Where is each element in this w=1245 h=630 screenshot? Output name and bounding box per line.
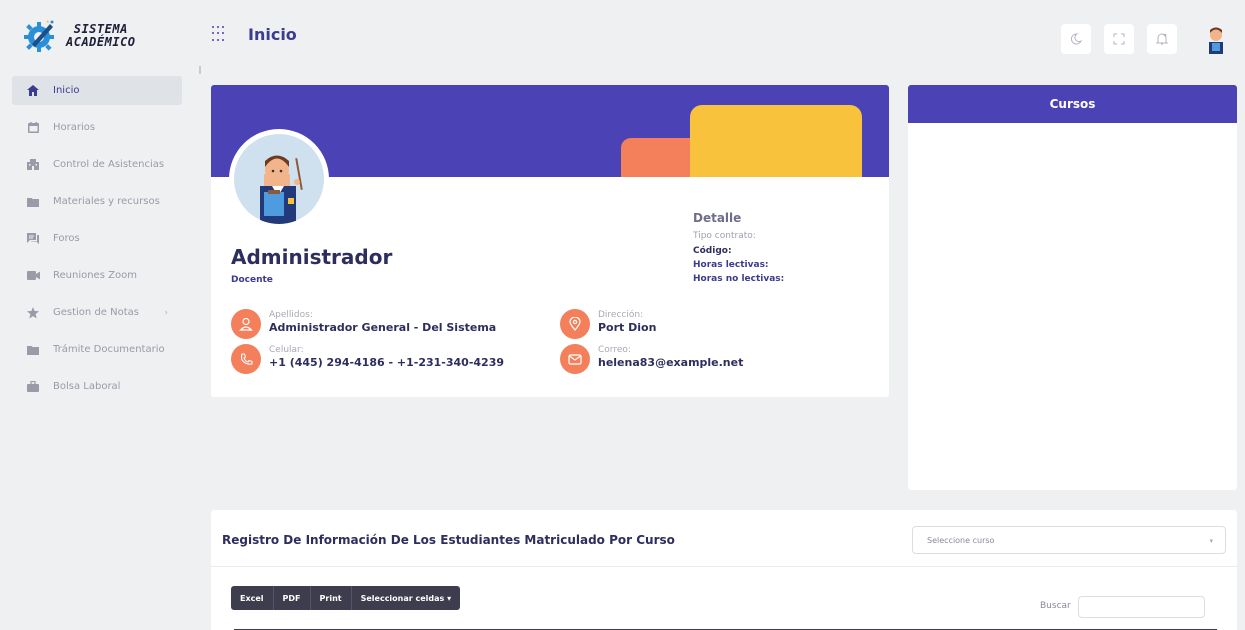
code-label: Código: bbox=[693, 246, 732, 256]
sidebar-item-label: Trámite Documentario bbox=[53, 344, 165, 355]
sidebar-item-tramite[interactable]: Trámite Documentario bbox=[12, 335, 182, 364]
phone-icon bbox=[231, 344, 261, 374]
notifications-button[interactable] bbox=[1147, 24, 1177, 54]
folder-icon bbox=[26, 195, 40, 209]
profile-card: Administrador Docente Detalle Tipo contr… bbox=[211, 85, 889, 397]
building-icon bbox=[26, 158, 40, 172]
sidebar: SISTEMA ACADÉMICO Inicio Horarios Contro… bbox=[0, 0, 192, 630]
scroll-indicator bbox=[199, 66, 201, 74]
search-label: Buscar bbox=[1040, 601, 1071, 611]
sidebar-item-foros[interactable]: Foros bbox=[12, 224, 182, 253]
location-pin-icon bbox=[560, 309, 590, 339]
non-hours-label: Horas no lectivas: bbox=[693, 274, 785, 284]
divider bbox=[211, 566, 1237, 567]
excel-button[interactable]: Excel bbox=[231, 586, 274, 610]
course-select[interactable]: Seleccione curso ▾ bbox=[912, 526, 1226, 554]
user-icon bbox=[231, 309, 261, 339]
teacher-avatar-icon bbox=[260, 155, 303, 224]
search-input[interactable] bbox=[1078, 596, 1205, 618]
menu-grid-icon[interactable] bbox=[212, 26, 228, 42]
student-register-card: Registro De Información De Los Estudiant… bbox=[211, 510, 1237, 630]
sidebar-item-horarios[interactable]: Horarios bbox=[12, 113, 182, 142]
sidebar-item-label: Foros bbox=[53, 233, 80, 244]
print-button[interactable]: Print bbox=[310, 586, 352, 610]
video-icon bbox=[26, 269, 40, 283]
contract-label: Tipo contrato: bbox=[693, 231, 756, 241]
page-title: Inicio bbox=[248, 25, 297, 44]
profile-avatar bbox=[229, 129, 329, 229]
sidebar-item-label: Horarios bbox=[53, 122, 96, 133]
sidebar-item-label: Inicio bbox=[53, 85, 80, 96]
celular-value: +1 (445) 294-4186 - +1-231-340-4239 bbox=[269, 356, 505, 369]
brand-name: SISTEMA ACADÉMICO bbox=[66, 23, 136, 49]
home-icon bbox=[26, 84, 40, 98]
topbar: Inicio bbox=[192, 16, 1245, 62]
pdf-button[interactable]: PDF bbox=[273, 586, 311, 610]
info-celular: Celular: +1 (445) 294-4186 - +1-231-340-… bbox=[231, 344, 504, 374]
briefcase-icon bbox=[26, 380, 40, 394]
moon-icon bbox=[1070, 33, 1082, 45]
sidebar-item-gestion-notas[interactable]: Gestion de Notas › bbox=[12, 298, 182, 327]
info-apellidos: Apellidos: Administrador General - Del S… bbox=[231, 309, 496, 339]
bell-icon bbox=[1156, 33, 1168, 44]
sidebar-item-bolsa-laboral[interactable]: Bolsa Laboral bbox=[12, 372, 182, 401]
star-icon bbox=[26, 306, 40, 320]
sidebar-item-inicio[interactable]: Inicio bbox=[12, 76, 182, 105]
sidebar-nav: Inicio Horarios Control de Asistencias M… bbox=[12, 76, 182, 409]
courses-card: Cursos bbox=[908, 85, 1237, 490]
celular-label: Celular: bbox=[269, 345, 304, 355]
courses-title: Cursos bbox=[908, 85, 1237, 123]
chevron-down-icon: ▾ bbox=[1209, 537, 1213, 545]
hours-label: Horas lectivas: bbox=[693, 260, 769, 270]
select-cells-button[interactable]: Seleccionar celdas ▾ bbox=[351, 586, 461, 610]
register-title: Registro De Información De Los Estudiant… bbox=[222, 533, 675, 547]
info-direccion: Dirección: Port Dion bbox=[560, 309, 656, 339]
sidebar-item-label: Gestion de Notas bbox=[53, 307, 139, 318]
fullscreen-button[interactable] bbox=[1104, 24, 1134, 54]
fullscreen-icon bbox=[1113, 33, 1125, 45]
correo-value: helena83@example.net bbox=[598, 356, 744, 369]
apellidos-value: Administrador General - Del Sistema bbox=[269, 321, 497, 334]
direccion-label: Dirección: bbox=[598, 310, 644, 320]
gear-logo-icon bbox=[24, 20, 54, 52]
brand-line-2: ACADÉMICO bbox=[66, 35, 136, 49]
detail-title: Detalle bbox=[693, 211, 742, 225]
info-correo: Correo: helena83@example.net bbox=[560, 344, 743, 374]
forum-icon bbox=[26, 232, 40, 246]
mail-icon bbox=[560, 344, 590, 374]
sidebar-item-control-asistencias[interactable]: Control de Asistencias bbox=[12, 150, 182, 179]
chevron-right-icon: › bbox=[164, 307, 168, 318]
sidebar-item-label: Reuniones Zoom bbox=[53, 270, 137, 281]
dark-mode-button[interactable] bbox=[1061, 24, 1091, 54]
sidebar-item-label: Control de Asistencias bbox=[53, 159, 165, 170]
export-button-group: Excel PDF Print Seleccionar celdas ▾ bbox=[231, 586, 461, 610]
brand-logo-link[interactable]: SISTEMA ACADÉMICO bbox=[22, 18, 136, 54]
profile-role: Docente bbox=[231, 275, 273, 285]
calendar-icon bbox=[26, 121, 40, 135]
sidebar-item-label: Bolsa Laboral bbox=[53, 381, 121, 392]
folder-icon bbox=[26, 343, 40, 357]
correo-label: Correo: bbox=[598, 345, 631, 355]
sidebar-item-materiales[interactable]: Materiales y recursos bbox=[12, 187, 182, 216]
user-avatar[interactable] bbox=[1200, 22, 1232, 54]
apellidos-label: Apellidos: bbox=[269, 310, 313, 320]
sidebar-item-label: Materiales y recursos bbox=[53, 196, 160, 207]
profile-name: Administrador bbox=[231, 245, 393, 269]
sidebar-item-reuniones-zoom[interactable]: Reuniones Zoom bbox=[12, 261, 182, 290]
direccion-value: Port Dion bbox=[598, 321, 657, 334]
course-select-placeholder: Seleccione curso bbox=[927, 536, 995, 545]
